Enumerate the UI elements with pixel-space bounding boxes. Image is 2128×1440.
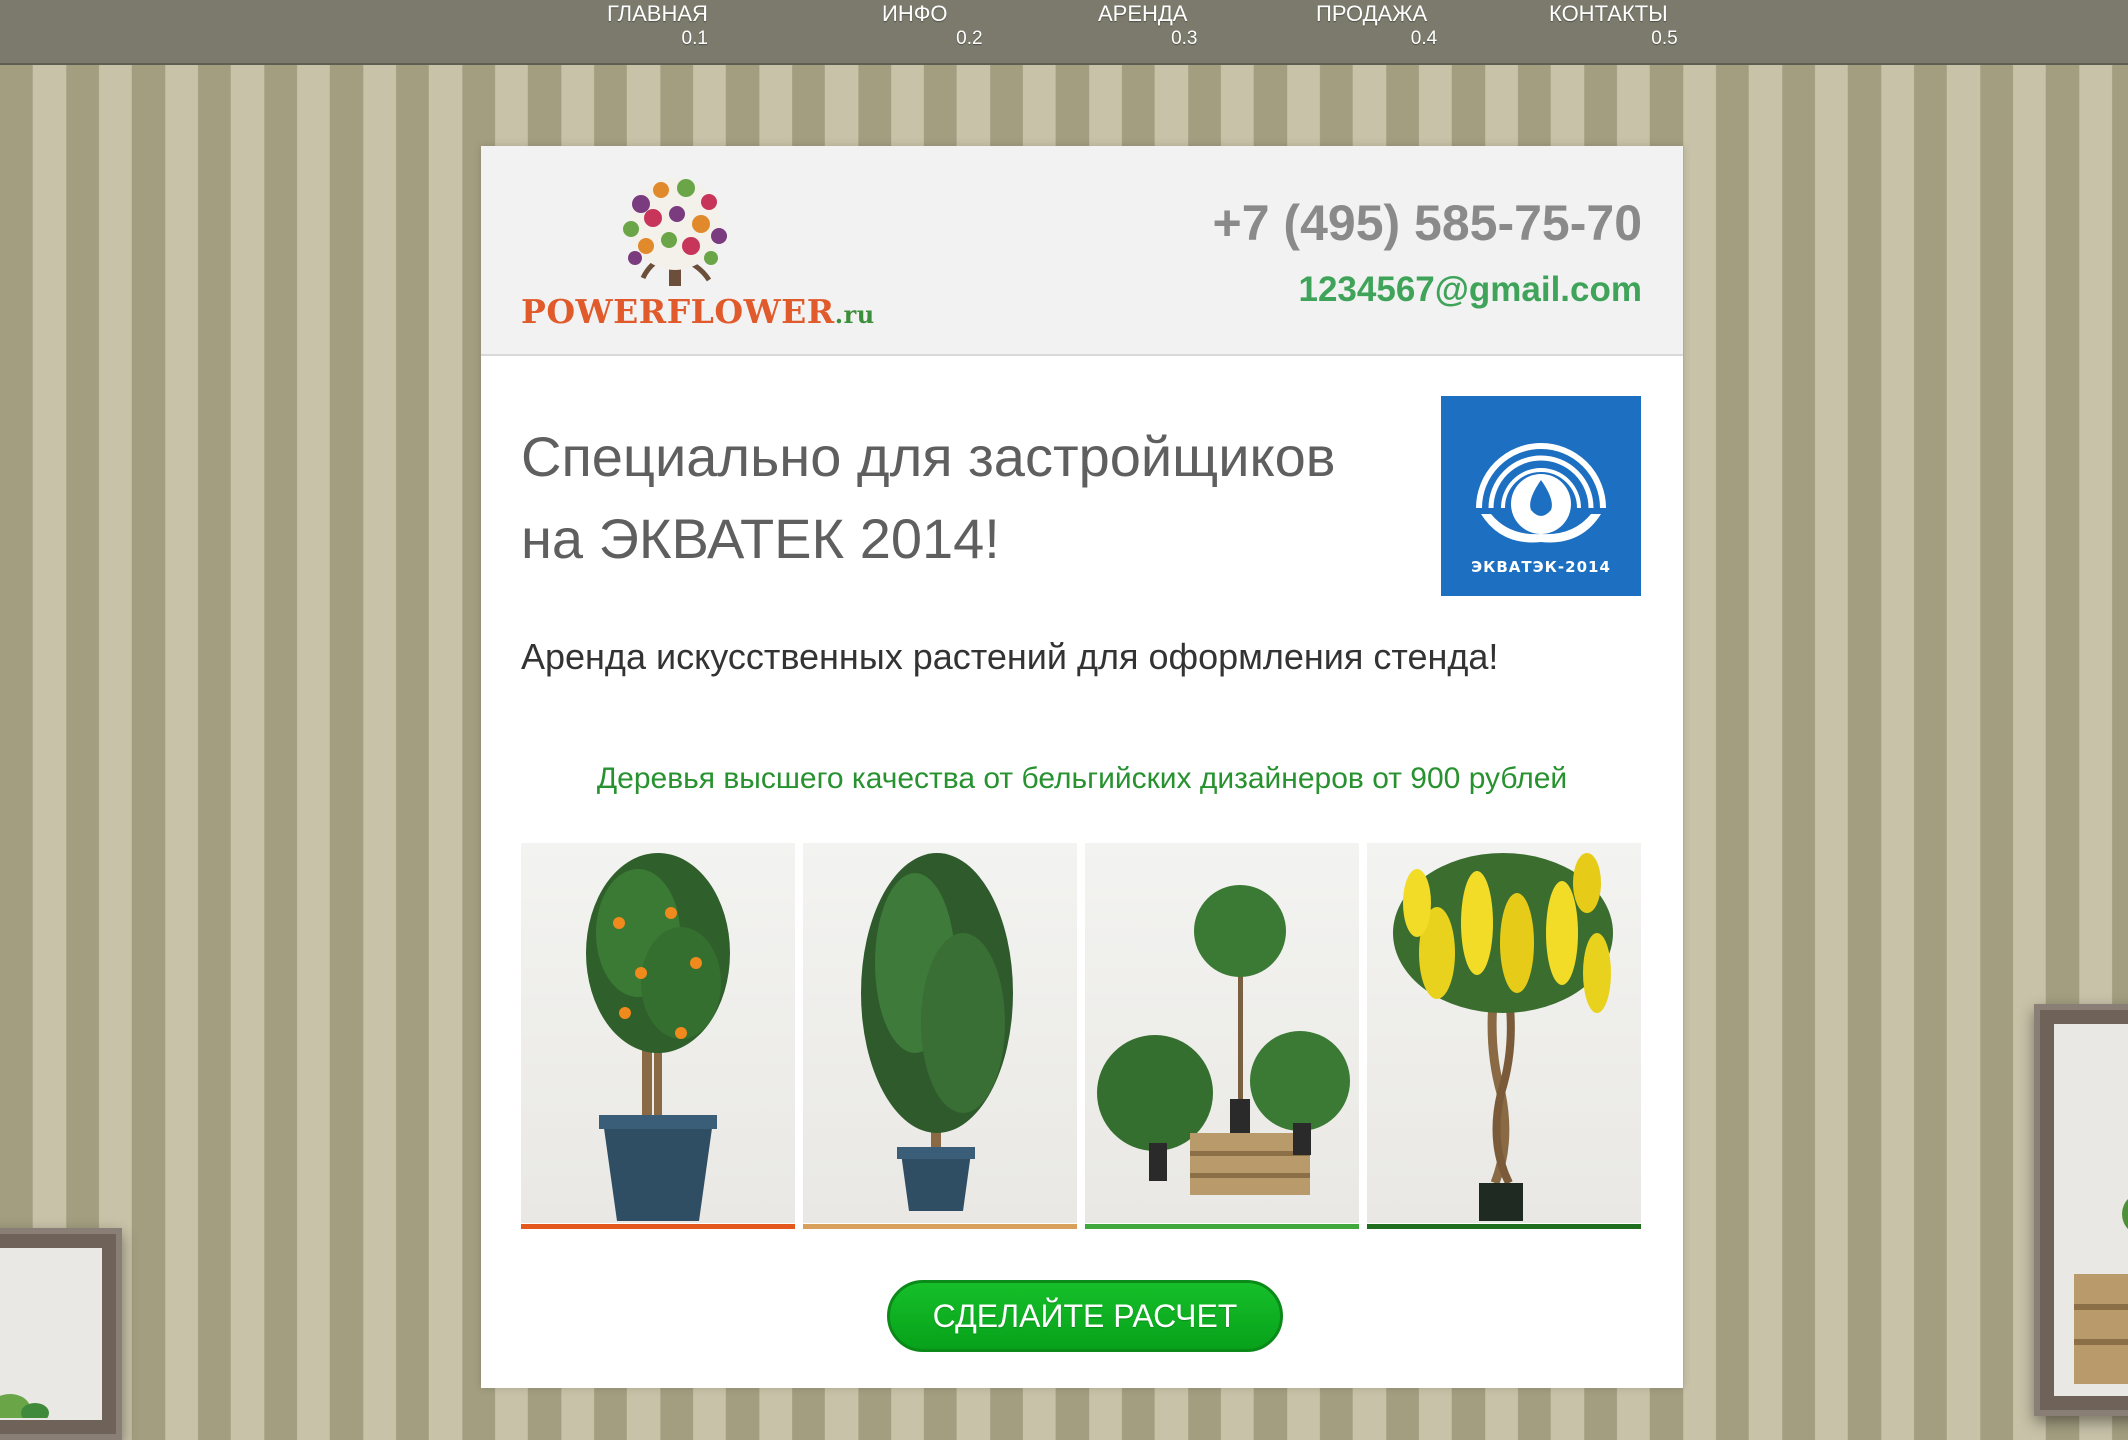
gallery-item-bar (521, 1224, 795, 1229)
orange-tree-image (521, 843, 795, 1223)
nav-item-info[interactable]: ИНФО 0.2 (882, 0, 983, 50)
headline-line-1: Специально для застройщиков (521, 425, 1336, 488)
nav-item-sale[interactable]: ПРОДАЖА 0.4 (1316, 0, 1437, 50)
gallery-item-orange-tree[interactable] (521, 843, 795, 1229)
nav-label: КОНТАКТЫ (1549, 1, 1668, 26)
badge-text: ЭКВАТЭК-2014 (1471, 558, 1611, 576)
card-header: POWERFLOWER.ru +7 (495) 585-75-70 123456… (481, 146, 1683, 356)
gallery-item-ficus-tree[interactable] (803, 843, 1077, 1229)
nav-item-home[interactable]: ГЛАВНАЯ 0.1 (607, 0, 708, 50)
nav-label: ГЛАВНАЯ (607, 1, 708, 26)
logo[interactable]: POWERFLOWER.ru (521, 174, 874, 331)
plant-icon (2074, 1198, 2128, 1384)
logo-text: POWERFLOWER.ru (521, 292, 875, 331)
calculate-button[interactable]: СДЕЛАЙТЕ РАСЧЕТ (887, 1280, 1283, 1352)
gallery-item-bar (1085, 1224, 1359, 1229)
gallery-item-yellow-wisteria[interactable] (1367, 843, 1641, 1229)
product-gallery (521, 843, 1643, 1229)
plant-icon (0, 1394, 49, 1420)
offer-text: Деревья высшего качества от бельгийских … (596, 762, 1568, 795)
gallery-item-bar (1367, 1224, 1641, 1229)
top-nav: ГЛАВНАЯ 0.1 ИНФО 0.2 АРЕНДА 0.3 ПРОДАЖА … (0, 0, 2128, 65)
yellow-wisteria-image (1367, 843, 1641, 1223)
nav-label: ПРОДАЖА (1316, 1, 1428, 26)
page-title: Специально для застройщиков на ЭКВАТЕК 2… (521, 416, 1421, 580)
headline-line-2: на ЭКВАТЕК 2014! (521, 507, 1000, 570)
logo-text-visual: POWERFLOWER (521, 292, 835, 331)
nav-number: 0.5 (1651, 28, 1678, 49)
ficus-tree-image (803, 843, 1077, 1223)
nav-label: ИНФО (882, 1, 948, 26)
ecwatech-badge: ЭКВАТЭК-2014 (1441, 396, 1641, 596)
subheadline: Аренда искусственных растений для оформл… (521, 636, 1499, 677)
phone-number[interactable]: +7 (495) 585-75-70 (1213, 194, 1642, 252)
nav-number: 0.2 (956, 28, 983, 49)
gallery-item-bar (803, 1224, 1077, 1229)
nav-item-rent[interactable]: АРЕНДА 0.3 (1098, 0, 1197, 50)
email-link[interactable]: 1234567@gmail.com (1299, 270, 1643, 310)
main-card: POWERFLOWER.ru +7 (495) 585-75-70 123456… (481, 146, 1683, 1388)
wall-picture-canvas (0, 1248, 102, 1420)
logo-text-visual-tld: .ru (834, 300, 875, 329)
logo-tree-icon (623, 178, 727, 286)
wall-picture-right (2034, 1004, 2128, 1416)
wall-picture-left (0, 1228, 122, 1440)
nav-item-contacts[interactable]: КОНТАКТЫ 0.5 (1549, 0, 1678, 50)
nav-label: АРЕНДА (1098, 1, 1188, 26)
nav-number: 0.3 (1171, 28, 1198, 49)
boxwood-topiary-image (1085, 843, 1359, 1223)
gallery-item-boxwood-topiary[interactable] (1085, 843, 1359, 1229)
wall-picture-canvas (2054, 1024, 2128, 1396)
nav-number: 0.4 (1410, 28, 1438, 49)
nav-number: 0.1 (681, 28, 708, 49)
